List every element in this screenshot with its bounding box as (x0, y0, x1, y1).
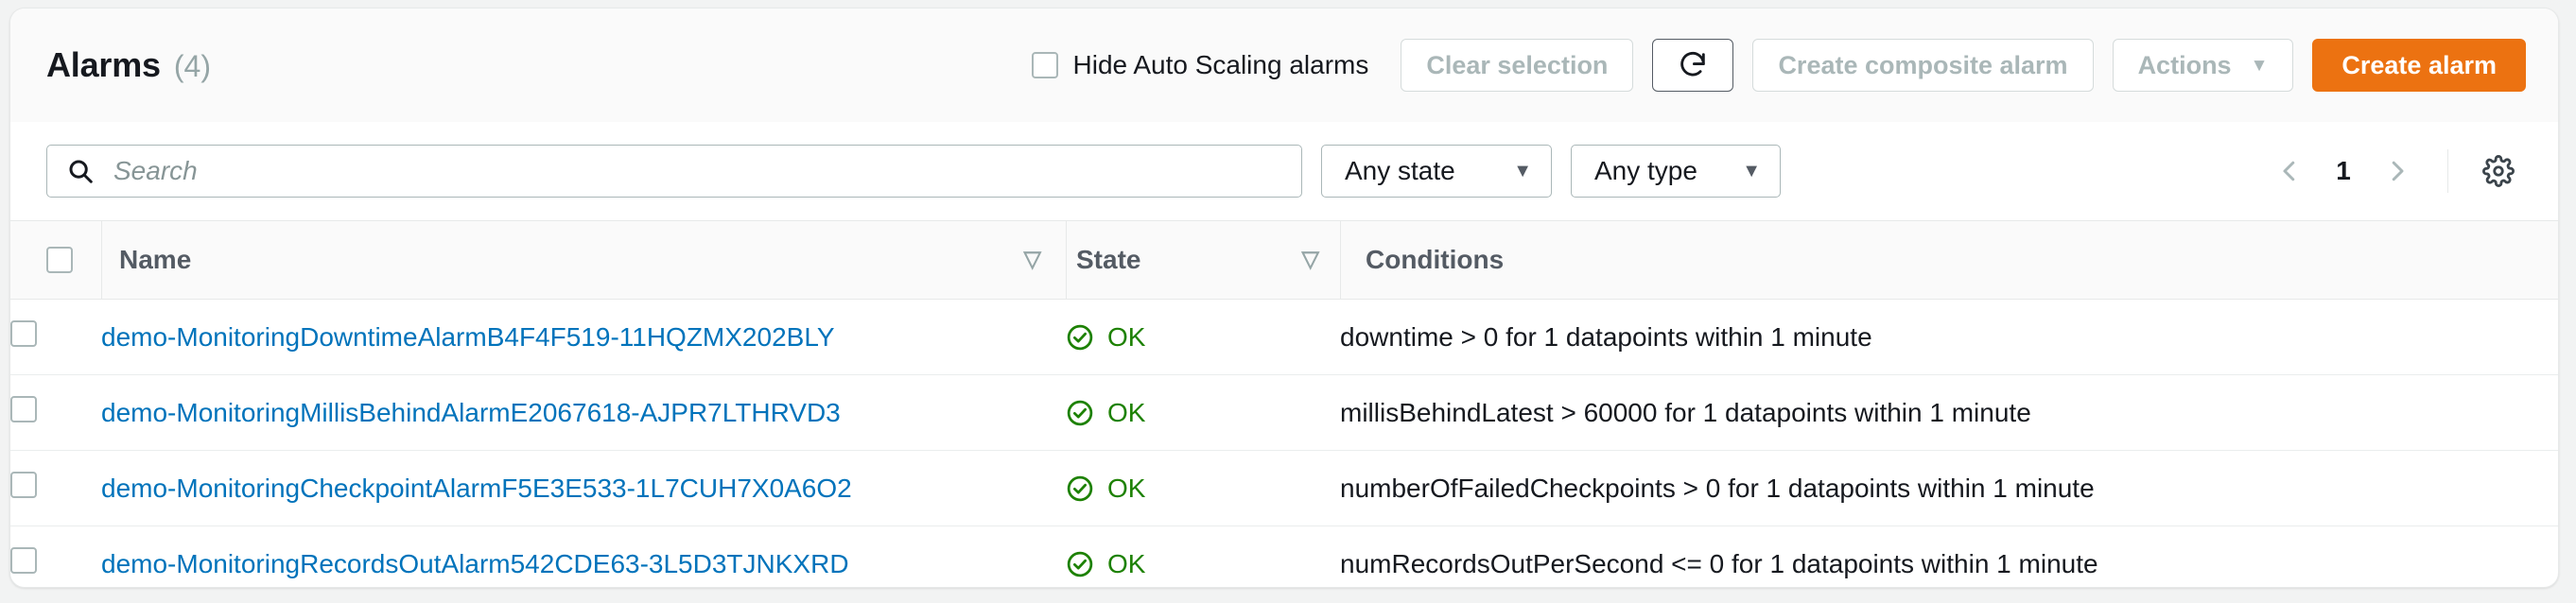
chevron-right-icon (2392, 161, 2404, 181)
toolbar-divider (2447, 149, 2448, 193)
check-circle-icon (1067, 400, 1093, 425)
alarm-name-link[interactable]: demo-MonitoringCheckpointAlarmF5E3E533-1… (101, 474, 852, 503)
chevron-down-icon: ▼ (2250, 55, 2269, 76)
status-label: OK (1107, 548, 1146, 578)
row-conditions-cell: downtime > 0 for 1 datapoints within 1 m… (1340, 299, 2558, 375)
row-checkbox[interactable] (10, 320, 37, 347)
checkbox-box[interactable] (1031, 52, 1058, 78)
row-select-cell (10, 450, 101, 526)
row-state-cell: OK (1066, 374, 1340, 451)
state-filter-select[interactable]: Any state ▼ (1321, 145, 1552, 198)
status-label: OK (1107, 321, 1146, 352)
alarm-name-link[interactable]: demo-MonitoringMillisBehindAlarmE2067618… (101, 398, 841, 427)
column-header-name-inner: Name ▽ (101, 221, 1066, 299)
sort-descending-icon[interactable]: ▽ (1024, 249, 1041, 271)
refresh-button[interactable] (1652, 39, 1734, 92)
alarms-table: Name ▽ State ▽ Conditions demo-Monitorin… (10, 220, 2558, 587)
status-label: OK (1107, 397, 1146, 427)
gear-icon (2482, 155, 2515, 187)
panel-header: Alarms (4) Hide Auto Scaling alarms Clea… (10, 9, 2558, 122)
alarm-name-link[interactable]: demo-MonitoringDowntimeAlarmB4F4F519-11H… (101, 322, 835, 352)
table-header-row: Name ▽ State ▽ Conditions (10, 220, 2558, 300)
page-title-text: Alarms (46, 45, 161, 84)
actions-button[interactable]: Actions ▼ (2112, 39, 2294, 92)
page-root: Alarms (4) Hide Auto Scaling alarms Clea… (0, 0, 2576, 603)
table-row: demo-MonitoringDowntimeAlarmB4F4F519-11H… (10, 299, 2558, 375)
create-composite-alarm-button[interactable]: Create composite alarm (1752, 39, 2094, 92)
row-conditions-cell: millisBehindLatest > 60000 for 1 datapoi… (1340, 374, 2558, 451)
alarm-name-link[interactable]: demo-MonitoringRecordsOutAlarm542CDE63-3… (101, 549, 849, 578)
column-header-name[interactable]: Name ▽ (101, 220, 1066, 300)
row-conditions-cell: numRecordsOutPerSecond <= 0 for 1 datapo… (1340, 525, 2558, 587)
pagination-current-page[interactable]: 1 (2323, 156, 2364, 186)
page-title: Alarms (4) (46, 45, 211, 85)
check-circle-icon (1067, 551, 1093, 577)
actions-label: Actions (2137, 50, 2232, 79)
row-checkbox[interactable] (10, 396, 37, 422)
column-header-state[interactable]: State ▽ (1066, 220, 1340, 300)
status-badge: OK (1066, 398, 1340, 428)
pagination-prev-button[interactable] (2262, 144, 2317, 198)
check-circle-icon (1067, 475, 1093, 501)
hide-autoscaling-checkbox[interactable]: Hide Auto Scaling alarms (1031, 50, 1369, 80)
status-label: OK (1107, 473, 1146, 503)
check-circle-icon (1067, 324, 1093, 350)
header-toolbar: Hide Auto Scaling alarms Clear selection… (1031, 39, 2526, 92)
row-checkbox[interactable] (10, 547, 37, 574)
column-header-conditions-label: Conditions (1366, 245, 1505, 274)
row-state-cell: OK (1066, 450, 1340, 526)
search-input[interactable] (112, 155, 1282, 187)
row-state-cell: OK (1066, 525, 1340, 587)
table-row: demo-MonitoringCheckpointAlarmF5E3E533-1… (10, 450, 2558, 526)
row-name-cell: demo-MonitoringMillisBehindAlarmE2067618… (101, 374, 1066, 451)
select-all-checkbox[interactable] (46, 247, 73, 273)
row-checkbox[interactable] (10, 472, 37, 498)
chevron-left-icon (2283, 161, 2295, 181)
status-badge: OK (1066, 474, 1340, 504)
column-header-conditions-inner: Conditions (1340, 221, 2558, 299)
chevron-down-icon: ▼ (1513, 161, 1532, 181)
row-conditions-cell: numberOfFailedCheckpoints > 0 for 1 data… (1340, 450, 2558, 526)
table-body: demo-MonitoringDowntimeAlarmB4F4F519-11H… (10, 299, 2558, 587)
alarms-panel: Alarms (4) Hide Auto Scaling alarms Clea… (9, 8, 2559, 588)
select-all-wrap (10, 221, 101, 299)
hide-autoscaling-label: Hide Auto Scaling alarms (1072, 50, 1369, 79)
table-head: Name ▽ State ▽ Conditions (10, 220, 2558, 300)
state-filter-value: Any state (1345, 156, 1455, 185)
table-row: demo-MonitoringMillisBehindAlarmE2067618… (10, 374, 2558, 451)
refresh-icon (1680, 52, 1706, 77)
row-select-cell (10, 525, 101, 587)
filter-bar: Any state ▼ Any type ▼ 1 (10, 122, 2558, 220)
row-select-cell (10, 299, 101, 375)
header-select-all (10, 220, 101, 300)
status-badge: OK (1066, 549, 1340, 579)
row-state-cell: OK (1066, 299, 1340, 375)
create-alarm-button[interactable]: Create alarm (2312, 39, 2526, 92)
row-name-cell: demo-MonitoringDowntimeAlarmB4F4F519-11H… (101, 299, 1066, 375)
row-name-cell: demo-MonitoringCheckpointAlarmF5E3E533-1… (101, 450, 1066, 526)
alarm-count: (4) (173, 49, 211, 83)
status-badge: OK (1066, 322, 1340, 353)
column-header-state-inner: State ▽ (1066, 221, 1340, 299)
pagination: 1 (2262, 144, 2526, 198)
table-row: demo-MonitoringRecordsOutAlarm542CDE63-3… (10, 525, 2558, 587)
column-header-conditions: Conditions (1340, 220, 2558, 300)
type-filter-select[interactable]: Any type ▼ (1571, 145, 1781, 198)
search-icon (69, 160, 93, 183)
search-box[interactable] (46, 145, 1302, 198)
row-name-cell: demo-MonitoringRecordsOutAlarm542CDE63-3… (101, 525, 1066, 587)
column-header-state-label: State (1076, 245, 1141, 274)
type-filter-value: Any type (1594, 156, 1697, 185)
pagination-next-button[interactable] (2370, 144, 2425, 198)
table-settings-button[interactable] (2471, 144, 2526, 198)
row-select-cell (10, 374, 101, 451)
sort-descending-icon[interactable]: ▽ (1302, 249, 1319, 271)
chevron-down-icon: ▼ (1742, 161, 1761, 181)
clear-selection-button[interactable]: Clear selection (1401, 39, 1634, 92)
column-header-name-label: Name (119, 245, 192, 274)
